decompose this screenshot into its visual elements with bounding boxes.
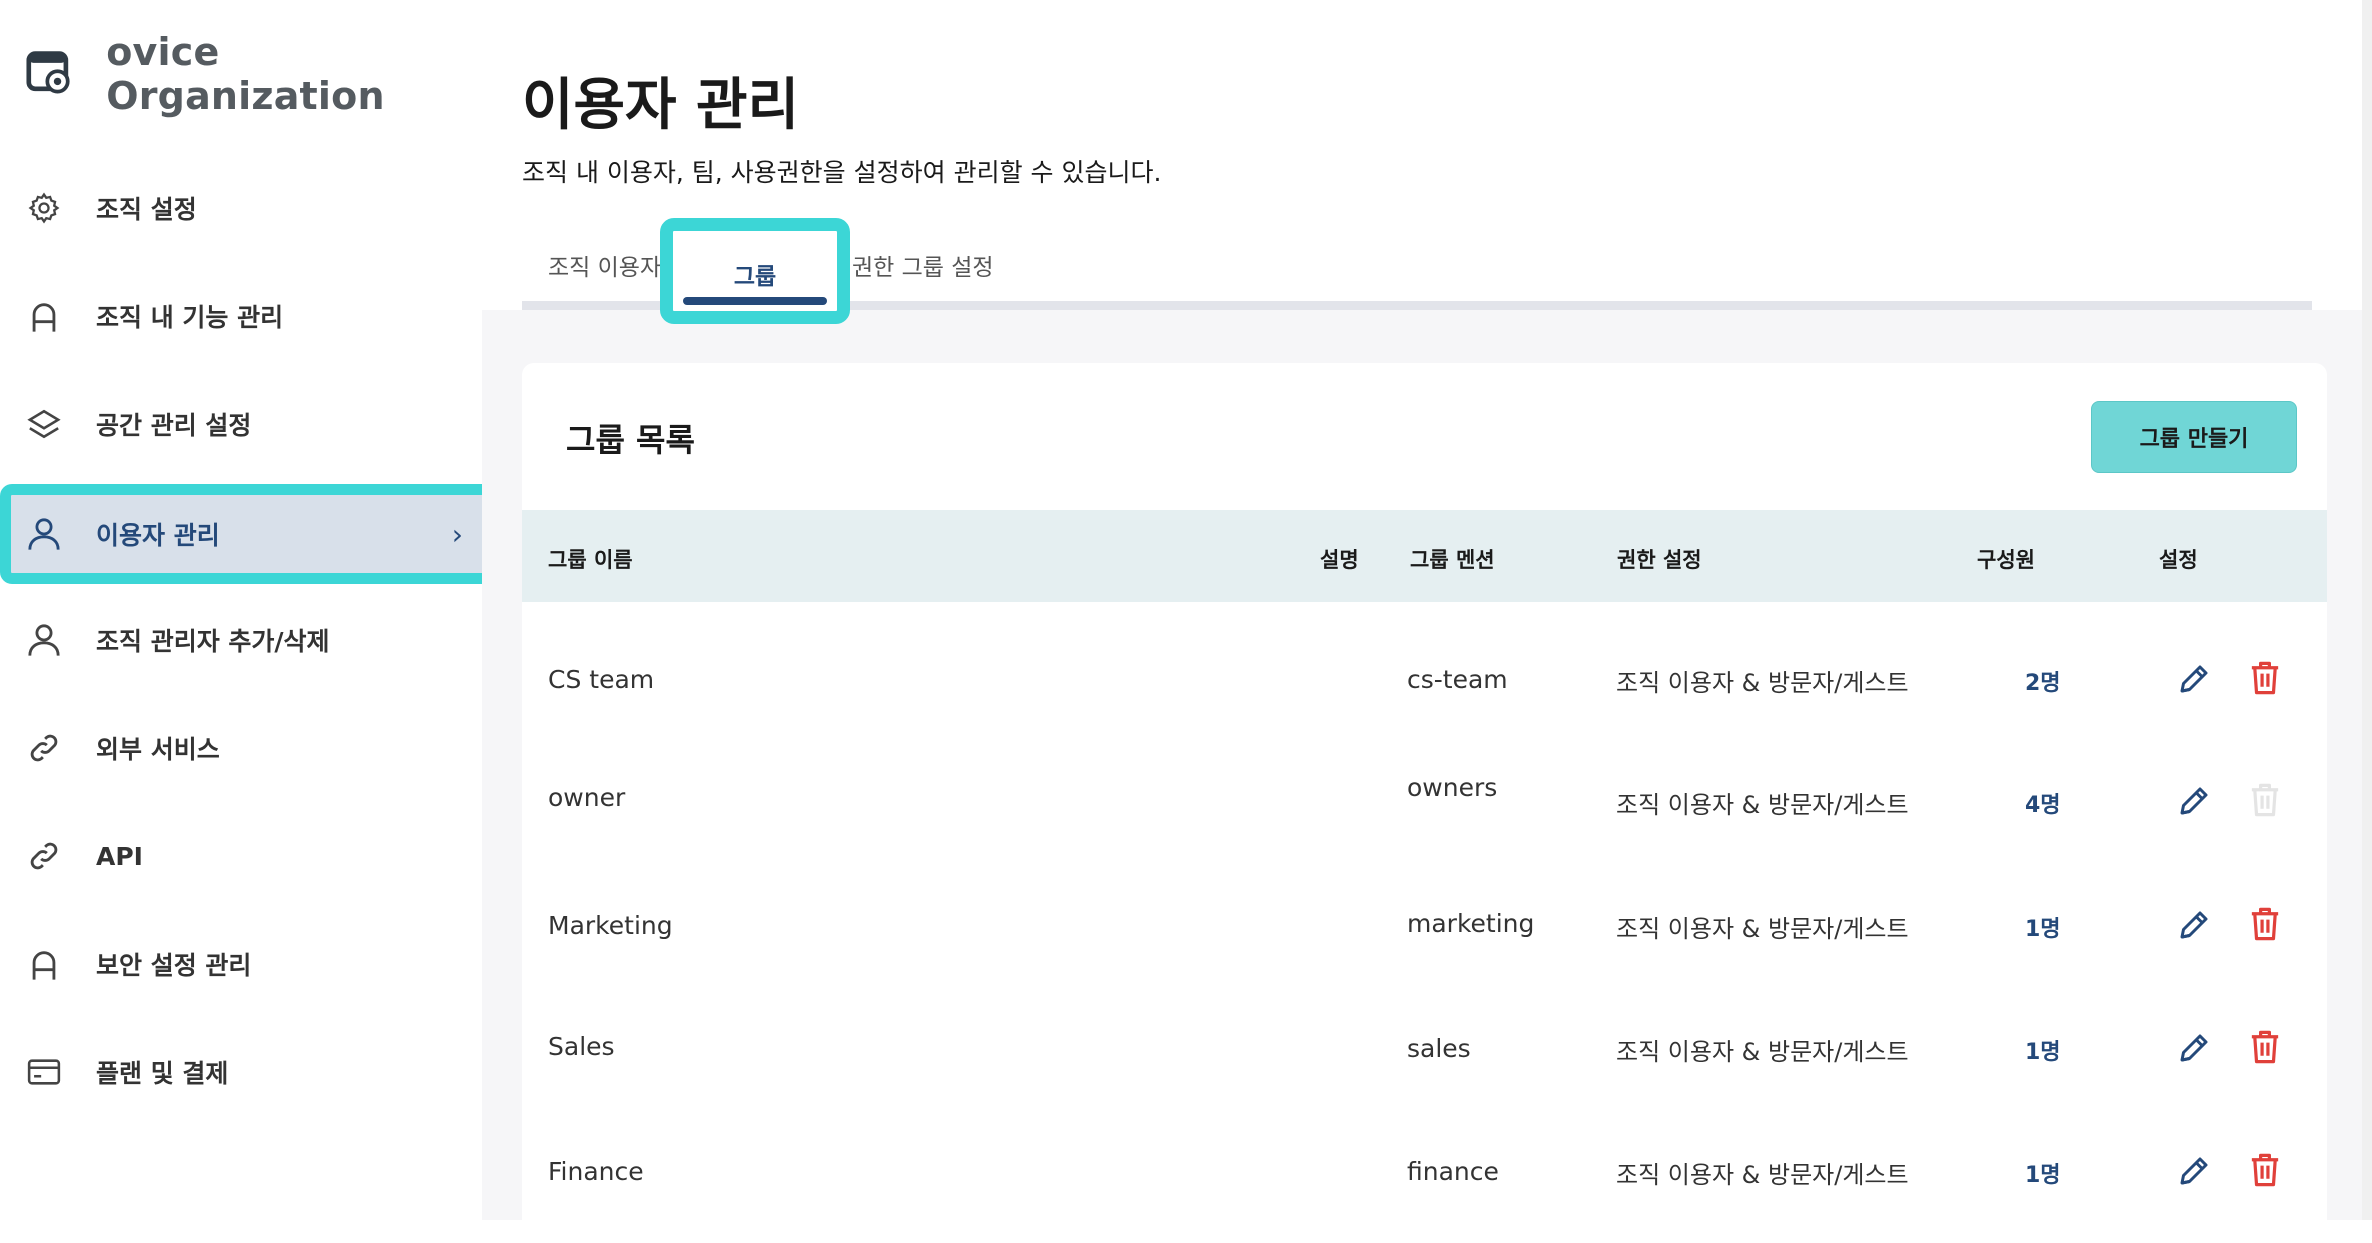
scrollbar[interactable]	[2362, 0, 2372, 1220]
table-row: Finance finance 조직 이용자 & 방문자/게스트 1명	[522, 1095, 2327, 1217]
link-icon	[26, 730, 62, 766]
sidebar-item-label: 조직 관리자 추가/삭제	[96, 627, 330, 656]
ovice-logo-icon	[26, 51, 70, 94]
table-row: CS team cs-team 조직 이용자 & 방문자/게스트 2명	[522, 603, 2327, 725]
column-header-description: 설명	[1320, 548, 1359, 572]
group-mention: sales	[1407, 1034, 1471, 1063]
group-name: Sales	[548, 1032, 615, 1061]
column-header-members: 구성원	[1977, 548, 2035, 572]
tab-org-users[interactable]: 조직 이용자	[548, 248, 661, 282]
sidebar: ovice Organization 조직 설정 조직 내 기능 관리 공간 관…	[0, 0, 494, 1220]
group-name: Finance	[548, 1157, 644, 1186]
sidebar-item-org-admins[interactable]: 조직 관리자 추가/삭제	[0, 594, 482, 686]
delete-group-button[interactable]	[2245, 1027, 2285, 1067]
main-content: 이용자 관리 조직 내 이용자, 팀, 사용권한을 설정하여 관리할 수 있습니…	[482, 0, 2372, 1243]
org-name: ovice Organization	[106, 30, 385, 118]
edit-group-button[interactable]	[2174, 659, 2214, 699]
column-header-name: 그룹 이름	[548, 548, 633, 572]
sidebar-item-label: 조직 내 기능 관리	[96, 303, 284, 332]
sidebar-item-label: 공간 관리 설정	[96, 411, 252, 440]
tab-groups[interactable]: 그룹	[660, 218, 850, 324]
group-member-count[interactable]: 1명	[2025, 1034, 2061, 1066]
edit-group-button[interactable]	[2174, 1151, 2214, 1191]
pencil-icon	[2176, 1030, 2212, 1066]
trash-icon	[2247, 781, 2283, 819]
group-mention: finance	[1407, 1157, 1499, 1186]
sidebar-item-space-settings[interactable]: 공간 관리 설정	[0, 378, 482, 470]
delete-group-button	[2245, 780, 2285, 820]
trash-icon	[2247, 1028, 2283, 1066]
sidebar-item-user-management[interactable]: 이용자 관리 ›	[0, 484, 494, 584]
column-header-permission: 권한 설정	[1617, 548, 1702, 572]
table-row: owner owners 조직 이용자 & 방문자/게스트 4명	[522, 725, 2327, 847]
edit-group-button[interactable]	[2174, 905, 2214, 945]
delete-group-button[interactable]	[2245, 904, 2285, 944]
pencil-icon	[2176, 907, 2212, 943]
edit-group-button[interactable]	[2174, 1028, 2214, 1068]
sidebar-item-security[interactable]: 보안 설정 관리	[0, 918, 482, 1010]
page-title: 이용자 관리	[522, 73, 800, 138]
group-mention: cs-team	[1407, 665, 1508, 694]
user-icon	[26, 622, 62, 658]
group-permission: 조직 이용자 & 방문자/게스트	[1616, 1161, 1909, 1189]
sidebar-item-plan-billing[interactable]: 플랜 및 결제	[0, 1026, 482, 1118]
trash-icon	[2247, 659, 2283, 697]
group-permission: 조직 이용자 & 방문자/게스트	[1616, 915, 1909, 943]
group-permission: 조직 이용자 & 방문자/게스트	[1616, 1038, 1909, 1066]
gear-icon	[26, 190, 62, 226]
chevron-right-icon: ›	[451, 517, 463, 551]
sidebar-item-org-features[interactable]: 조직 내 기능 관리	[0, 270, 482, 362]
sidebar-item-label: 외부 서비스	[96, 735, 220, 764]
pencil-icon	[2176, 1153, 2212, 1189]
group-permission: 조직 이용자 & 방문자/게스트	[1616, 669, 1909, 697]
group-member-count[interactable]: 2명	[2025, 665, 2061, 697]
page-header: 이용자 관리 조직 내 이용자, 팀, 사용권한을 설정하여 관리할 수 있습니…	[482, 0, 2372, 324]
pencil-icon	[2176, 661, 2212, 697]
group-mention: marketing	[1407, 909, 1535, 938]
sidebar-item-label: 이용자 관리	[96, 521, 220, 550]
create-group-button[interactable]: 그룹 만들기	[2091, 401, 2297, 473]
sidebar-item-label: API	[96, 841, 143, 871]
group-permission: 조직 이용자 & 방문자/게스트	[1616, 791, 1909, 819]
lock-icon	[26, 298, 62, 334]
table-row: Sales sales 조직 이용자 & 방문자/게스트 1명	[522, 972, 2327, 1094]
group-name: Marketing	[548, 911, 673, 940]
lock-icon	[26, 946, 62, 982]
group-name: owner	[548, 783, 626, 812]
table-header: 그룹 이름 설명 그룹 멘션 권한 설정 구성원 설정	[522, 510, 2327, 602]
table-row: Marketing marketing 조직 이용자 & 방문자/게스트 1명	[522, 849, 2327, 971]
delete-group-button[interactable]	[2245, 1150, 2285, 1190]
sidebar-item-org-settings[interactable]: 조직 설정	[0, 162, 482, 254]
tab-label: 그룹	[733, 264, 777, 290]
sidebar-item-label: 플랜 및 결제	[96, 1059, 229, 1088]
credit-card-icon	[26, 1054, 62, 1090]
group-mention: owners	[1407, 773, 1498, 802]
tab-active-indicator	[683, 297, 827, 305]
tab-bar: 조직 이용자 그룹 권한 그룹 설정	[522, 218, 2312, 324]
layers-icon	[26, 406, 62, 442]
group-list-card: 그룹 목록 그룹 만들기 그룹 이름 설명 그룹 멘션 권한 설정 구성원 설정…	[522, 363, 2327, 1243]
edit-group-button[interactable]	[2174, 781, 2214, 821]
group-member-count[interactable]: 1명	[2025, 1157, 2061, 1189]
group-member-count[interactable]: 4명	[2025, 787, 2061, 819]
group-name: CS team	[548, 665, 655, 694]
group-member-count[interactable]: 1명	[2025, 911, 2061, 943]
brand[interactable]: ovice Organization	[26, 30, 482, 118]
sidebar-item-label: 보안 설정 관리	[96, 951, 252, 980]
page-subtitle: 조직 내 이용자, 팀, 사용권한을 설정하여 관리할 수 있습니다.	[522, 158, 1162, 187]
column-header-mention: 그룹 멘션	[1410, 548, 1495, 572]
link-icon	[26, 838, 62, 874]
sidebar-item-api[interactable]: API	[0, 810, 482, 902]
pencil-icon	[2176, 783, 2212, 819]
delete-group-button[interactable]	[2245, 658, 2285, 698]
group-list-title: 그룹 목록	[566, 421, 695, 459]
sidebar-item-external-services[interactable]: 외부 서비스	[0, 702, 482, 794]
user-icon	[26, 516, 62, 552]
trash-icon	[2247, 1151, 2283, 1189]
column-header-settings: 설정	[2159, 548, 2198, 572]
trash-icon	[2247, 905, 2283, 943]
sidebar-item-label: 조직 설정	[96, 195, 197, 224]
tab-permission-groups[interactable]: 권한 그룹 설정	[852, 248, 994, 282]
